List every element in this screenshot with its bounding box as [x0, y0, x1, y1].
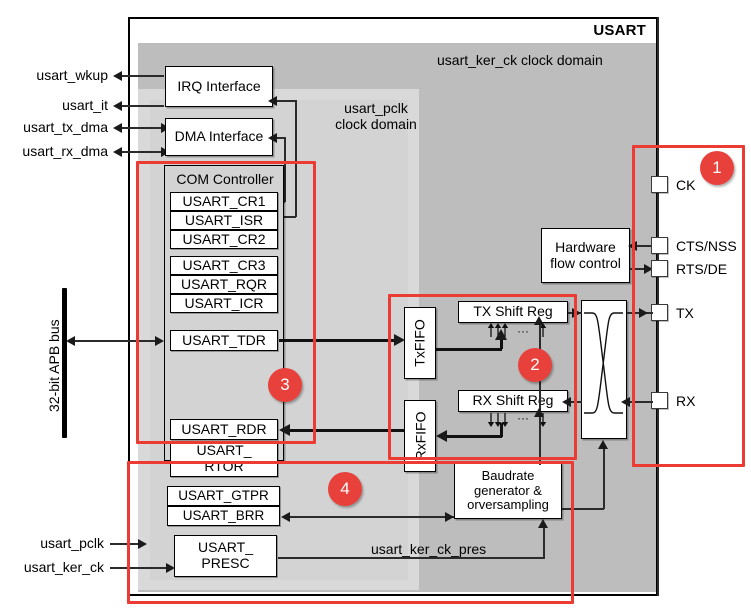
- hardware-flow-control-label-line2: flow control: [550, 254, 621, 271]
- signal-label-usart-wkup: usart_wkup: [36, 67, 108, 83]
- callout-region-2: [388, 294, 577, 460]
- hardware-flow-control-label-line1: Hardware: [555, 238, 616, 255]
- hardware-flow-control-block: Hardware flow control: [541, 228, 630, 283]
- ker-ck-domain-label: usart_ker_ck clock domain: [437, 52, 603, 68]
- apb-bus-label: 32-bit APB bus: [46, 319, 62, 412]
- usart-block-diagram: USART usart_ker_ck clock domain usart_pc…: [0, 0, 751, 610]
- signal-label-usart-tx-dma: usart_tx_dma: [23, 119, 108, 135]
- callout-badge-4: 4: [328, 472, 362, 506]
- callout-region-1: [632, 145, 745, 467]
- wire-usart-it: [122, 105, 164, 107]
- callout-badge-number: 2: [530, 355, 540, 374]
- dma-interface-block: DMA Interface: [165, 118, 273, 156]
- wire-switch-control: [603, 449, 605, 509]
- pclk-domain-label-line2: clock domain: [335, 116, 417, 132]
- page-title: USART: [593, 22, 646, 39]
- callout-badge-3: 3: [268, 368, 302, 402]
- arrowhead-irq-interface-input: [268, 96, 277, 106]
- arrowhead-dma-interface-input: [268, 133, 277, 143]
- arrowhead-usart-wkup: [113, 71, 122, 81]
- irq-interface-label: IRQ Interface: [177, 77, 261, 94]
- arrowhead-switch-rx-input: [621, 397, 630, 407]
- clock-input-label-usart-ker-ck: usart_ker_ck: [23, 559, 104, 575]
- wire-isr-to-irq-horizontal: [275, 100, 296, 102]
- arrowhead-usart-tx-dma-out: [113, 123, 122, 133]
- callout-badge-number: 3: [280, 375, 290, 394]
- apb-bus-bar: [62, 288, 67, 438]
- arrowhead-usart-rx-dma-out: [113, 147, 122, 157]
- callout-badge-number: 4: [340, 479, 350, 498]
- signal-label-usart-rx-dma: usart_rx_dma: [22, 143, 108, 159]
- dma-interface-label: DMA Interface: [174, 128, 264, 145]
- arrowhead-usart-it: [113, 101, 122, 111]
- tx-rx-swap-switch-block: [581, 300, 627, 439]
- callout-region-3: [136, 161, 316, 444]
- signal-label-usart-it: usart_it: [62, 97, 108, 113]
- register-label-line1: USART_: [196, 442, 252, 459]
- callout-badge-1: 1: [700, 151, 734, 185]
- callout-badge-2: 2: [518, 348, 552, 382]
- arrowhead-switch-control: [598, 440, 608, 449]
- arrowhead-apb-bus-read: [66, 336, 75, 346]
- callout-badge-number: 1: [712, 158, 722, 177]
- pclk-domain-label-line1: usart_pclk: [344, 100, 408, 116]
- wire-usart-wkup: [122, 75, 164, 77]
- irq-interface-block: IRQ Interface: [165, 66, 273, 107]
- clock-input-label-usart-pclk: usart_pclk: [40, 535, 104, 551]
